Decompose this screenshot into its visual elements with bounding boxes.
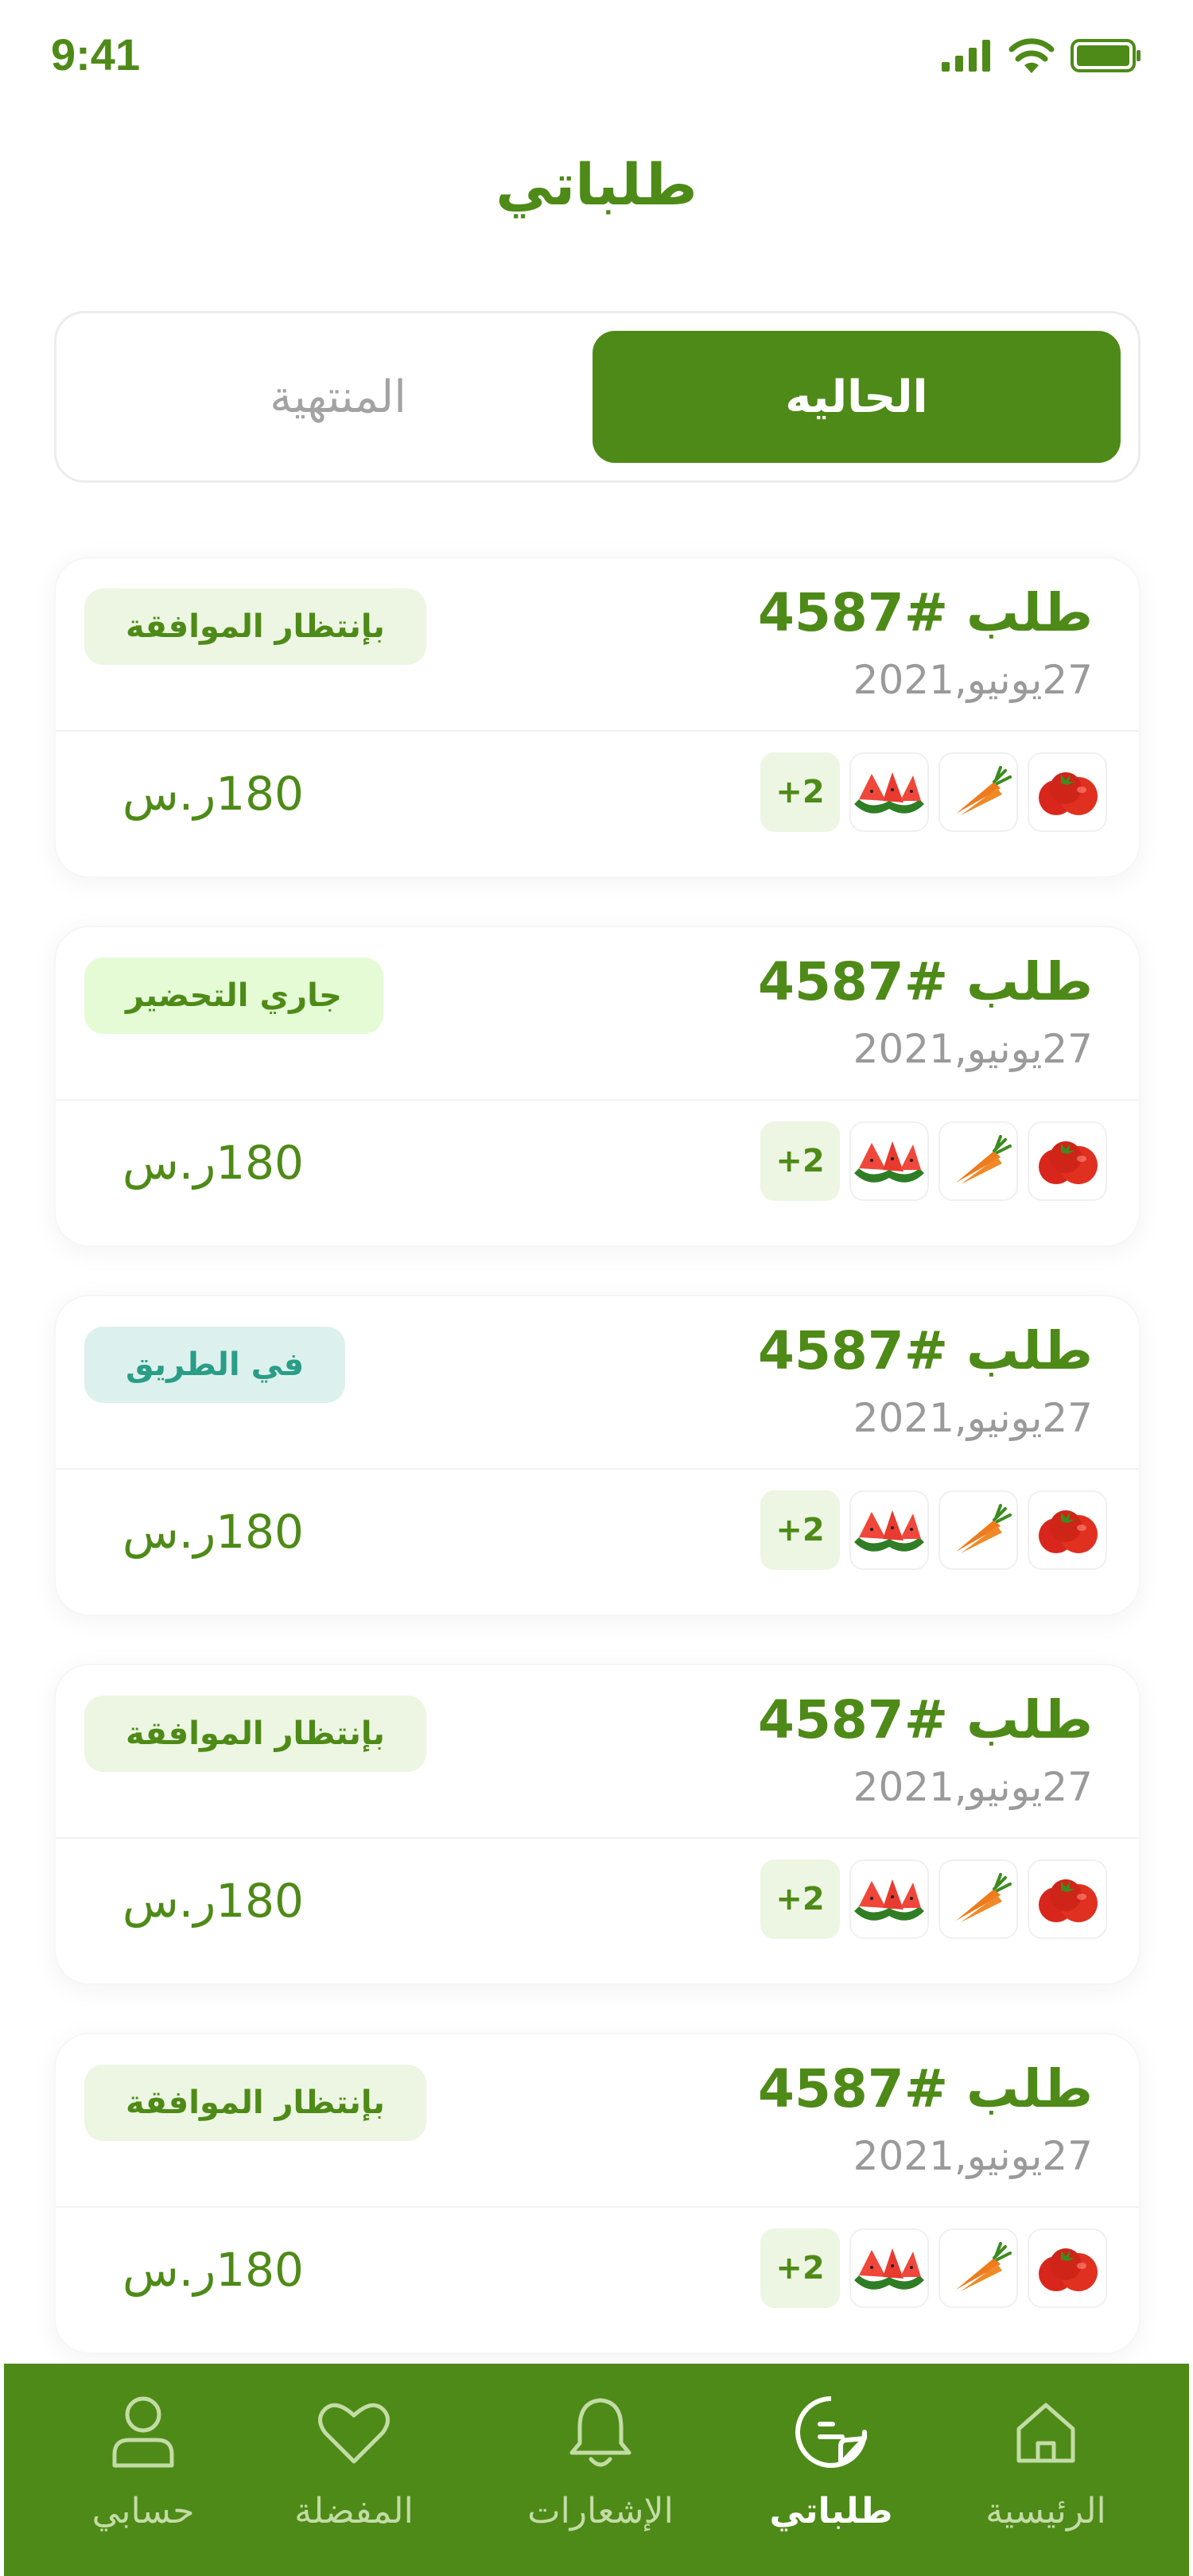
wifi-icon (1008, 38, 1055, 76)
order-date: 27يونيو,2021 (853, 1026, 1093, 1072)
order-items: +2 (760, 2228, 1107, 2308)
tomato-icon (1028, 1121, 1107, 1201)
order-card[interactable]: طلب #4587 27يونيو,2021 بإنتظار الموافقة +2 1… (54, 557, 1141, 878)
status-badge: جاري التحضير (84, 958, 383, 1034)
page-title: طلباتي (495, 151, 698, 218)
watermelon-icon (849, 1121, 929, 1201)
heart-icon (314, 2392, 394, 2472)
card-divider (56, 730, 1139, 732)
nav-home[interactable]: الرئيسية (942, 2392, 1149, 2531)
card-divider (56, 1099, 1139, 1101)
more-items-count: +2 (760, 1490, 840, 1570)
watermelon-icon (849, 2228, 929, 2308)
signal-icon (942, 40, 993, 75)
status-icons (942, 35, 1142, 80)
carrot-icon (938, 2228, 1018, 2308)
order-date: 27يونيو,2021 (853, 657, 1093, 703)
order-tabs: الحاليه المنتهية (54, 311, 1141, 483)
more-items-count: +2 (760, 2228, 840, 2308)
order-items: +2 (760, 1859, 1107, 1939)
order-price: 180ر.س (122, 767, 304, 821)
orders-icon (791, 2392, 871, 2472)
home-icon (1006, 2392, 1086, 2472)
order-date: 27يونيو,2021 (853, 1395, 1093, 1441)
nav-notifications[interactable]: الإشعارات (497, 2392, 704, 2531)
carrot-icon (938, 1490, 1018, 1570)
order-number: طلب #4587 (758, 1320, 1093, 1381)
bottom-nav: الرئيسية طلباتي الإشعارات المفضلة حسابي (4, 2364, 1189, 2576)
more-items-count: +2 (760, 1121, 840, 1201)
carrot-icon (938, 1121, 1018, 1201)
order-card[interactable]: طلب #4587 27يونيو,2021 بإنتظار الموافقة +2 1… (54, 2033, 1141, 2354)
order-number: طلب #4587 (758, 2058, 1093, 2119)
order-price: 180ر.س (122, 2243, 304, 2297)
order-date: 27يونيو,2021 (853, 2133, 1093, 2179)
order-price: 180ر.س (122, 1874, 304, 1928)
order-price: 180ر.س (122, 1505, 304, 1559)
order-card[interactable]: طلب #4587 27يونيو,2021 جاري التحضير +2 180ر.… (54, 926, 1141, 1247)
bell-icon (561, 2392, 640, 2472)
status-badge: بإنتظار الموافقة (84, 2065, 426, 2141)
card-divider (56, 1837, 1139, 1839)
nav-orders-label: طلباتي (769, 2491, 893, 2531)
status-badge: بإنتظار الموافقة (84, 1696, 426, 1772)
tomato-icon (1028, 1490, 1107, 1570)
tomato-icon (1028, 752, 1107, 832)
tab-current[interactable]: الحاليه (593, 331, 1121, 463)
order-items: +2 (760, 752, 1107, 832)
nav-orders[interactable]: طلباتي (728, 2392, 935, 2531)
user-icon (103, 2392, 183, 2472)
tomato-icon (1028, 2228, 1107, 2308)
more-items-count: +2 (760, 1859, 840, 1939)
order-date: 27يونيو,2021 (853, 1764, 1093, 1810)
status-time: 9:41 (51, 29, 141, 80)
nav-account[interactable]: حسابي (40, 2392, 247, 2531)
carrot-icon (938, 1859, 1018, 1939)
more-items-count: +2 (760, 752, 840, 832)
nav-favorites-label: المفضلة (294, 2491, 414, 2531)
order-price: 180ر.س (122, 1136, 304, 1190)
battery-icon (1071, 38, 1142, 76)
card-divider (56, 1468, 1139, 1470)
order-card[interactable]: طلب #4587 27يونيو,2021 بإنتظار الموافقة +2 1… (54, 1664, 1141, 1985)
order-items: +2 (760, 1121, 1107, 1201)
order-items: +2 (760, 1490, 1107, 1570)
nav-favorites[interactable]: المفضلة (251, 2392, 457, 2531)
order-number: طلب #4587 (758, 1689, 1093, 1750)
watermelon-icon (849, 752, 929, 832)
nav-home-label: الرئيسية (985, 2491, 1106, 2531)
order-number: طلب #4587 (758, 951, 1093, 1012)
order-card[interactable]: طلب #4587 27يونيو,2021 في الطريق +2 180ر.س (54, 1295, 1141, 1616)
watermelon-icon (849, 1490, 929, 1570)
order-number: طلب #4587 (758, 582, 1093, 643)
status-badge: بإنتظار الموافقة (84, 589, 426, 665)
card-divider (56, 2206, 1139, 2208)
watermelon-icon (849, 1859, 929, 1939)
tomato-icon (1028, 1859, 1107, 1939)
status-bar: 9:41 (0, 0, 1193, 111)
carrot-icon (938, 752, 1018, 832)
nav-account-label: حسابي (91, 2491, 195, 2531)
status-badge: في الطريق (84, 1327, 346, 1403)
nav-notifications-label: الإشعارات (527, 2491, 674, 2531)
tab-finished[interactable]: المنتهية (74, 331, 602, 463)
